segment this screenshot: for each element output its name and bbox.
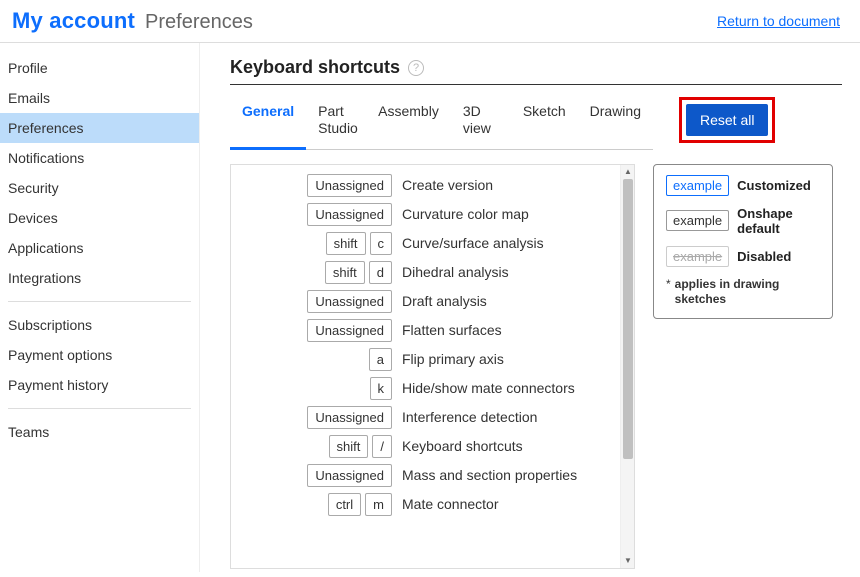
shortcut-keys: Unassigned — [237, 406, 392, 429]
shortcut-keys: ctrlm — [237, 493, 392, 516]
my-account-link[interactable]: My account — [12, 8, 135, 34]
scroll-down-icon[interactable]: ▼ — [621, 554, 635, 568]
tabs: General Part Studio Assembly 3D view Ske… — [230, 97, 653, 150]
key-unassigned[interactable]: Unassigned — [307, 174, 392, 197]
tab-assembly[interactable]: Assembly — [366, 97, 451, 149]
help-icon[interactable]: ? — [408, 60, 424, 76]
key-shift[interactable]: shift — [326, 232, 366, 255]
sidebar-divider — [8, 408, 191, 409]
sidebar-item-payment-history[interactable]: Payment history — [0, 370, 199, 400]
sidebar-item-integrations[interactable]: Integrations — [0, 263, 199, 293]
shortcut-description: Interference detection — [402, 409, 612, 425]
shortcut-description: Draft analysis — [402, 293, 612, 309]
legend-chip-customized: example — [666, 175, 729, 196]
page-title: Preferences — [145, 11, 253, 34]
sidebar-item-teams[interactable]: Teams — [0, 417, 199, 447]
key-unassigned[interactable]: Unassigned — [307, 290, 392, 313]
sidebar-item-notifications[interactable]: Notifications — [0, 143, 199, 173]
key-c[interactable]: c — [370, 232, 393, 255]
legend-label-customized: Customized — [737, 178, 811, 193]
section-title: Keyboard shortcuts — [230, 57, 400, 78]
legend-chip-disabled: example — [666, 246, 729, 267]
sidebar-item-subscriptions[interactable]: Subscriptions — [0, 310, 199, 340]
shortcut-row[interactable]: ctrlm Mate connector — [237, 490, 612, 519]
tab-general[interactable]: General — [230, 97, 306, 150]
sidebar-item-applications[interactable]: Applications — [0, 233, 199, 263]
shortcut-keys: k — [237, 377, 392, 400]
sidebar-divider — [8, 301, 191, 302]
shortcut-keys: Unassigned — [237, 203, 392, 226]
shortcut-row[interactable]: Unassigned Mass and section properties — [237, 461, 612, 490]
key-slash[interactable]: / — [372, 435, 392, 458]
breadcrumb: My account Preferences — [12, 8, 253, 34]
tab-part-studio[interactable]: Part Studio — [306, 97, 366, 149]
shortcut-description: Flatten surfaces — [402, 322, 612, 338]
shortcut-row[interactable]: Unassigned Draft analysis — [237, 287, 612, 316]
legend-note-text: applies in drawing sketches — [675, 277, 820, 308]
sidebar-item-preferences[interactable]: Preferences — [0, 113, 199, 143]
sidebar-item-security[interactable]: Security — [0, 173, 199, 203]
shortcut-description: Hide/show mate connectors — [402, 380, 612, 396]
shortcut-keys: a — [237, 348, 392, 371]
shortcut-description: Dihedral analysis — [402, 264, 612, 280]
scrollbar-thumb[interactable] — [623, 179, 633, 459]
shortcut-description: Mate connector — [402, 496, 612, 512]
key-unassigned[interactable]: Unassigned — [307, 319, 392, 342]
legend-label-default: Onshape default — [737, 206, 820, 236]
shortcut-keys: shiftc — [237, 232, 392, 255]
scroll-up-icon[interactable]: ▲ — [621, 165, 635, 179]
shortcut-row[interactable]: shift/Keyboard shortcuts — [237, 432, 612, 461]
legend-label-disabled: Disabled — [737, 249, 791, 264]
shortcut-keys: shiftd — [237, 261, 392, 284]
tab-drawing[interactable]: Drawing — [578, 97, 653, 149]
sidebar-item-emails[interactable]: Emails — [0, 83, 199, 113]
key-ctrl[interactable]: ctrl — [328, 493, 361, 516]
shortcut-row[interactable]: a Flip primary axis — [237, 345, 612, 374]
key-shift[interactable]: shift — [325, 261, 365, 284]
key-unassigned[interactable]: Unassigned — [307, 464, 392, 487]
shortcut-keys: Unassigned — [237, 464, 392, 487]
shortcut-row[interactable]: shiftc Curve/surface analysis — [237, 229, 612, 258]
shortcut-description: Curve/surface analysis — [402, 235, 612, 251]
legend-panel: example Customized example Onshape defau… — [653, 164, 833, 319]
key-a[interactable]: a — [369, 348, 392, 371]
sidebar-item-devices[interactable]: Devices — [0, 203, 199, 233]
tab-3d-view[interactable]: 3D view — [451, 97, 511, 149]
shortcut-keys: Unassigned — [237, 319, 392, 342]
tab-sketch[interactable]: Sketch — [511, 97, 578, 149]
legend-chip-default: example — [666, 210, 729, 231]
key-k[interactable]: k — [370, 377, 393, 400]
shortcut-keys: Unassigned — [237, 174, 392, 197]
shortcut-row[interactable]: Unassigned Flatten surfaces — [237, 316, 612, 345]
shortcut-row[interactable]: Unassigned Create version — [237, 171, 612, 200]
key-d[interactable]: d — [369, 261, 392, 284]
return-to-document-link[interactable]: Return to document — [717, 13, 840, 29]
shortcut-row[interactable]: k Hide/show mate connectors — [237, 374, 612, 403]
legend-asterisk: * — [666, 277, 671, 308]
reset-all-highlight: Reset all — [679, 97, 775, 143]
shortcut-row[interactable]: Unassigned Curvature color map — [237, 200, 612, 229]
shortcut-description: Curvature color map — [402, 206, 612, 222]
shortcut-description: Flip primary axis — [402, 351, 612, 367]
main-panel: Keyboard shortcuts ? General Part Studio… — [200, 43, 860, 572]
key-shift[interactable]: shift — [329, 435, 369, 458]
shortcuts-list: Unassigned Create version Unassigned Curvat… — [230, 164, 635, 569]
shortcut-keys: shift/ — [237, 435, 392, 458]
scrollbar[interactable]: ▲ ▼ — [620, 165, 634, 568]
shortcut-description: Mass and section properties — [402, 467, 612, 483]
sidebar-item-profile[interactable]: Profile — [0, 53, 199, 83]
sidebar: Profile Emails Preferences Notifications… — [0, 43, 200, 572]
shortcut-row[interactable]: shiftd Dihedral analysis — [237, 258, 612, 287]
reset-all-button[interactable]: Reset all — [686, 104, 768, 136]
key-unassigned[interactable]: Unassigned — [307, 203, 392, 226]
key-unassigned[interactable]: Unassigned — [307, 406, 392, 429]
shortcut-row[interactable]: Unassigned Interference detection — [237, 403, 612, 432]
shortcut-description: Create version — [402, 177, 612, 193]
key-m[interactable]: m — [365, 493, 392, 516]
shortcut-keys: Unassigned — [237, 290, 392, 313]
sidebar-item-payment-options[interactable]: Payment options — [0, 340, 199, 370]
shortcut-description: Keyboard shortcuts — [402, 438, 612, 454]
